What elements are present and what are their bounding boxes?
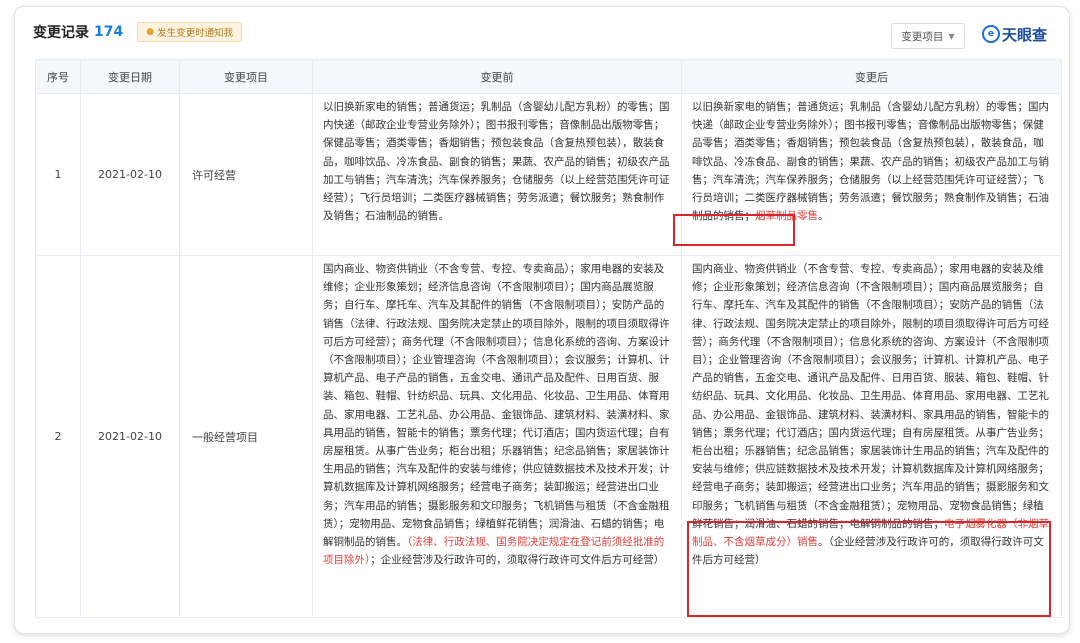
row-after: 以旧换新家电的销售；普通货运；乳制品（含婴幼儿配方乳粉）的零售；国内快递（邮政企… (681, 93, 1062, 256)
row-before: 以旧换新家电的销售；普通货运；乳制品（含婴幼儿配方乳粉）的零售；国内快递（邮政企… (312, 93, 682, 256)
row-index: 1 (35, 93, 81, 256)
row-after: 国内商业、物资供销业（不含专营、专控、专卖商品）；家用电器的安装及维修；企业形象… (681, 255, 1062, 618)
panel-title: 变更记录 (33, 25, 89, 41)
after-added-text: 烟草制品零售 (755, 210, 818, 223)
table-row: 2 2021-02-10 一般经营项目 国内商业、物资供销业（不含专营、专控、专… (35, 255, 1062, 618)
tianyancha-logo-icon: e (981, 25, 1000, 43)
table-row: 1 2021-02-10 许可经营 以旧换新家电的销售；普通货运；乳制品（含婴幼… (35, 93, 1062, 256)
row-index: 2 (35, 255, 81, 618)
after-text: 国内商业、物资供销业（不含专营、专控、专卖商品）；家用电器的安装及维修；企业形象… (692, 263, 1049, 530)
change-item-filter[interactable]: 变更项目 ▼ (891, 23, 965, 49)
row-date: 2021-02-10 (80, 93, 180, 256)
bell-icon: ● (146, 27, 155, 37)
row-item: 一般经营项目 (179, 255, 313, 618)
notify-button[interactable]: ● 发生变更时通知我 (137, 22, 243, 42)
before-text: 国内商业、物资供销业（不含专营、专控、专卖商品）；家用电器的安装及维修；企业形象… (323, 263, 670, 549)
column-header-item: 变更项目 (179, 59, 313, 94)
chevron-down-icon: ▼ (948, 31, 955, 41)
column-header-after: 变更后 (681, 59, 1062, 94)
row-before: 国内商业、物资供销业（不含专营、专控、专卖商品）；家用电器的安装及维修；企业形象… (312, 255, 682, 618)
before-tail-text: ；企业经营涉及行政许可的，须取得行政许可文件后方可经营） (370, 554, 665, 567)
after-text: 以旧换新家电的销售；普通货运；乳制品（含婴幼儿配方乳粉）的零售；国内快递（邮政企… (692, 101, 1049, 223)
filter-label: 变更项目 (901, 30, 944, 43)
notify-label: 发生变更时通知我 (157, 28, 234, 39)
row-item: 许可经营 (179, 93, 313, 256)
brand-name: 天眼查 (1001, 25, 1047, 44)
table-header-row: 序号 变更日期 变更项目 变更前 变更后 (35, 59, 1062, 94)
change-records-panel: 变更记录 174 ● 发生变更时通知我 变更项目 ▼ e 天眼查 序号 变更日期… (14, 6, 1070, 634)
brand-logo: e 天眼查 (981, 23, 1047, 45)
before-text: 以旧换新家电的销售；普通货运；乳制品（含婴幼儿配方乳粉）的零售；国内快递（邮政企… (323, 101, 670, 223)
row-date: 2021-02-10 (80, 255, 180, 618)
column-header-before: 变更前 (312, 59, 682, 94)
change-records-table: 序号 变更日期 变更项目 变更前 变更后 1 2021-02-10 许可经营 以… (35, 59, 1062, 618)
column-header-index: 序号 (35, 59, 81, 94)
column-header-date: 变更日期 (80, 59, 180, 94)
after-tail-text: 。 (818, 210, 829, 223)
record-count: 174 (94, 24, 124, 40)
